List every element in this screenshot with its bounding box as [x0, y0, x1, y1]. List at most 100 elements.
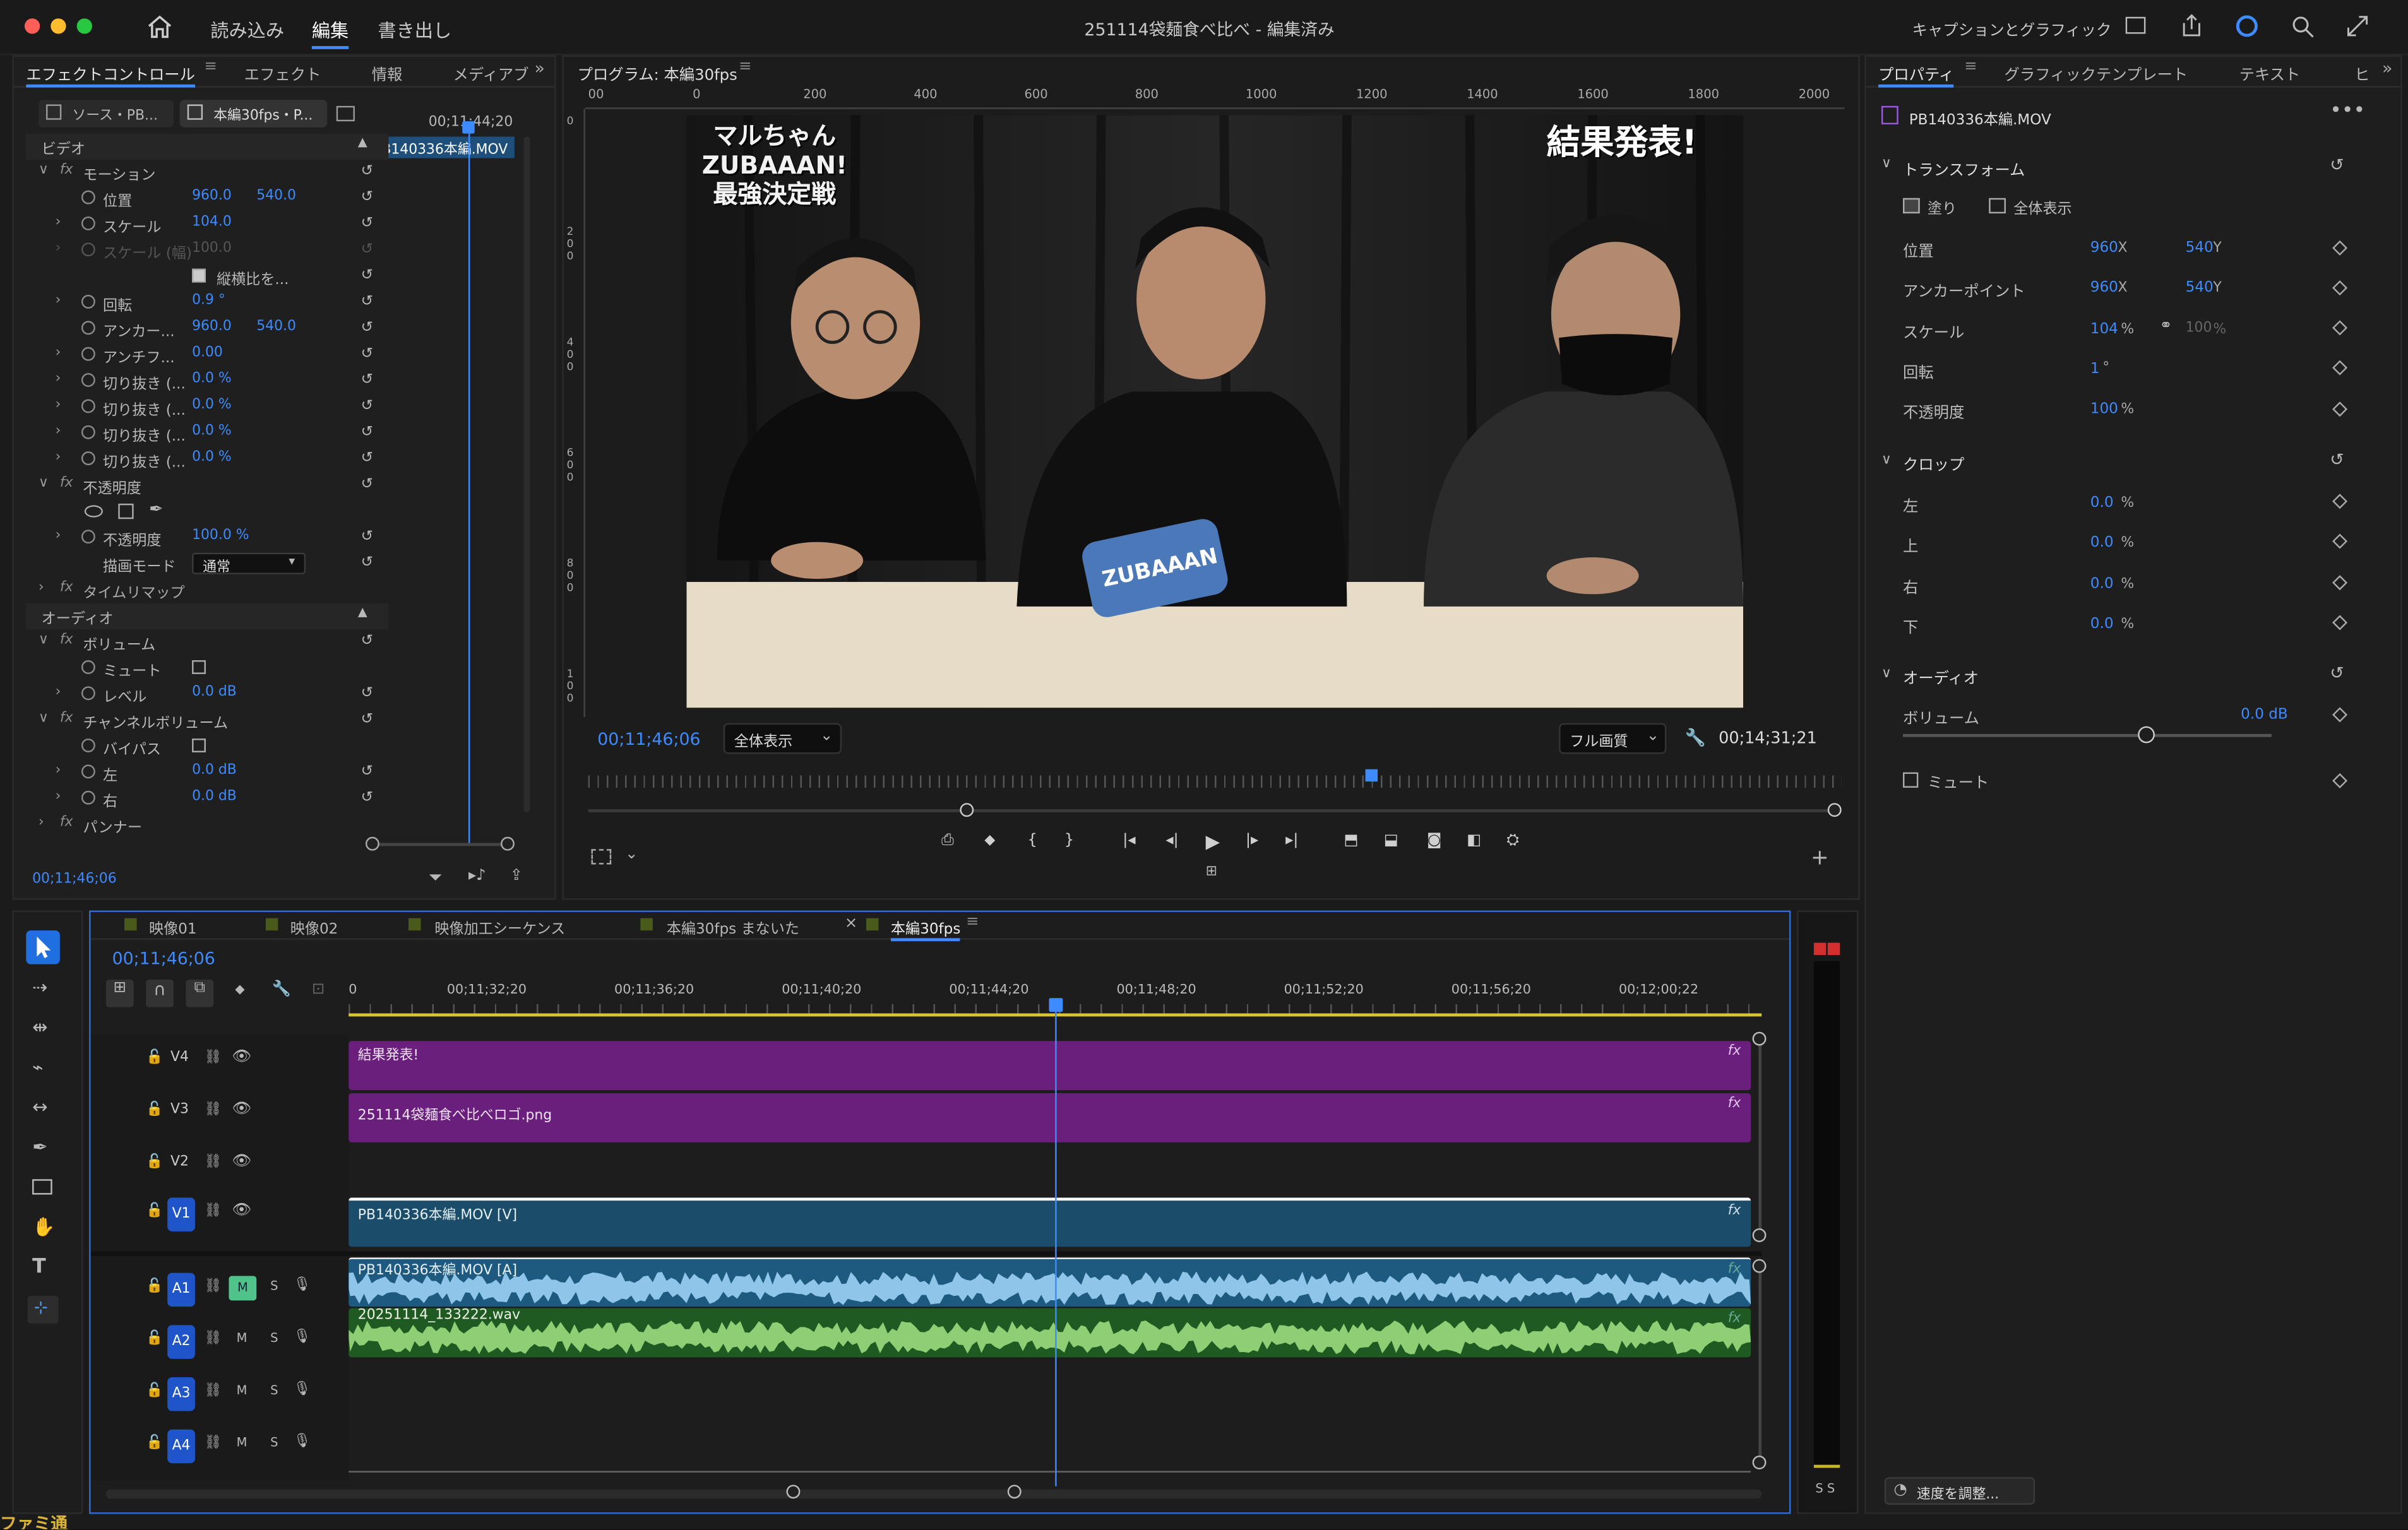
antiflicker-value[interactable]: 0.00: [192, 345, 223, 360]
panel-layout-icon[interactable]: [2125, 16, 2146, 34]
microphone-icon[interactable]: 🎙: [294, 1330, 311, 1345]
microphone-icon[interactable]: 🎙: [294, 1278, 311, 1293]
step-back-icon[interactable]: ◂|: [1165, 832, 1178, 849]
clip-v1-video[interactable]: PB140336本編.MOV [V] fx: [349, 1197, 1751, 1247]
solo-track-button[interactable]: S: [270, 1435, 278, 1449]
track-label-v1[interactable]: V1: [167, 1197, 195, 1231]
mute-track-button[interactable]: M: [229, 1276, 257, 1301]
rectangle-tool-icon[interactable]: [32, 1179, 52, 1195]
menu-edit[interactable]: 編集: [311, 17, 349, 49]
toggle-timeline-icon[interactable]: [336, 105, 355, 122]
keyframe-opacity-icon[interactable]: [2332, 401, 2348, 417]
fill-frame-icon[interactable]: [1902, 198, 1920, 214]
scale-row[interactable]: › スケール 104.0 ↺: [26, 212, 388, 238]
channel-volume-row[interactable]: ∨ fx チャンネルボリューム ↺: [26, 708, 388, 733]
tab-effect-controls[interactable]: エフェクトコントロール: [26, 61, 195, 88]
mini-timeline-clip[interactable]: PB140336本編.MOV: [368, 136, 515, 158]
keyframe-position-icon[interactable]: [2332, 240, 2348, 256]
channel-right-value[interactable]: 0.0 dB: [192, 789, 237, 804]
lift-icon[interactable]: ⬒: [1344, 832, 1359, 849]
sync-lock-icon[interactable]: ⛓: [205, 1384, 222, 1399]
opacity-row[interactable]: › 不透明度 100.0 % ↺: [26, 525, 388, 551]
anchor-y-field[interactable]: 540: [2186, 280, 2214, 297]
timeline-horizontal-scrollbar[interactable]: [105, 1489, 1762, 1499]
position-row[interactable]: 位置 960.0 540.0 ↺: [26, 186, 388, 211]
wrench-icon[interactable]: 🔧: [1685, 728, 1706, 748]
keyframe-anchor-icon[interactable]: [2332, 280, 2348, 296]
zoom-select[interactable]: 全体表示 ⌄: [723, 723, 842, 754]
clip-v4-title[interactable]: 結果発表! fx: [349, 1041, 1751, 1091]
video-track-scrollbar[interactable]: [1758, 1035, 1762, 1231]
solo-track-button[interactable]: S: [270, 1331, 278, 1345]
keyframe-crop-bottom-icon[interactable]: [2332, 615, 2348, 631]
timeline-playhead-handle[interactable]: [1049, 998, 1063, 1012]
clip-a1-audio[interactable]: PB140336本編.MOV [A] fx: [349, 1257, 1751, 1307]
play-icon[interactable]: ▶: [1206, 831, 1220, 852]
proxy-toggle-icon[interactable]: ⛭: [1506, 832, 1518, 849]
mini-timeline-scrollbar[interactable]: [523, 136, 530, 812]
h-scroll-handle-right[interactable]: [1007, 1485, 1022, 1499]
razor-tool-icon[interactable]: ⌁: [32, 1057, 44, 1078]
tab-more[interactable]: ヒ: [2354, 61, 2369, 85]
pen-mask-icon[interactable]: ✒: [149, 499, 163, 519]
scroll-handle[interactable]: [1752, 1031, 1767, 1046]
effect-controls-timecode[interactable]: 00;11;46;06: [32, 872, 117, 887]
channel-left-value[interactable]: 0.0 dB: [192, 763, 237, 778]
tab-sequence-active[interactable]: 本編30fps: [890, 916, 961, 942]
fit-frame-icon[interactable]: [1989, 198, 2006, 214]
eye-icon[interactable]: 👁: [232, 1202, 251, 1219]
slip-tool-icon[interactable]: ↔: [32, 1096, 47, 1118]
position-x-field[interactable]: 960: [2090, 239, 2118, 256]
rotation-row[interactable]: › 回転 0.9 ° ↺: [26, 290, 388, 316]
reset-transform-icon[interactable]: ↺: [2330, 155, 2344, 175]
lock-track-icon[interactable]: 🔓: [146, 1435, 163, 1450]
tab-sequence-4[interactable]: 本編30fps まないた: [667, 916, 799, 939]
crop-left-field[interactable]: 0.0: [2090, 494, 2114, 511]
more-tabs-icon[interactable]: »: [2382, 58, 2392, 78]
rectangle-mask-icon[interactable]: [118, 503, 134, 519]
sync-lock-icon[interactable]: ⛓: [205, 1050, 222, 1065]
scroll-handle[interactable]: [1752, 1456, 1767, 1469]
keyframe-crop-top-icon[interactable]: [2332, 533, 2348, 549]
volume-slider[interactable]: [1902, 733, 2272, 737]
volume-field[interactable]: 0.0 dB: [2241, 706, 2288, 723]
tab-graphic-templates[interactable]: グラフィックテンプレート: [2005, 61, 2188, 85]
keyframe-mute-icon[interactable]: [2332, 773, 2348, 789]
step-forward-icon[interactable]: |▸: [1246, 832, 1258, 849]
quality-select[interactable]: フル画質 ⌄: [1559, 723, 1667, 754]
video-section-header[interactable]: ビデオ ▲: [26, 133, 389, 160]
program-menu-icon[interactable]: ≡: [739, 58, 751, 75]
lock-track-icon[interactable]: 🔓: [146, 1103, 163, 1118]
sync-lock-icon[interactable]: ⛓: [205, 1435, 222, 1450]
export-frame-icon[interactable]: ⇪: [510, 867, 523, 884]
opacity-field[interactable]: 100: [2090, 401, 2118, 418]
more-tabs-icon[interactable]: »: [535, 58, 545, 78]
fullscreen-icon[interactable]: [2347, 15, 2368, 37]
home-icon[interactable]: [148, 15, 172, 39]
mini-playhead[interactable]: [468, 124, 470, 846]
h-scroll-handle-left[interactable]: [786, 1485, 801, 1499]
keyframe-crop-left-icon[interactable]: [2332, 494, 2348, 509]
bypass-row[interactable]: バイパス: [26, 734, 388, 760]
go-to-out-icon[interactable]: ▸|: [1285, 832, 1298, 849]
channel-right-row[interactable]: › 右 0.0 dB ↺: [26, 786, 388, 812]
timeline-timecode[interactable]: 00;11;46;06: [112, 949, 215, 969]
crop-bottom-row[interactable]: › 切り抜き (... 0.0 % ↺: [26, 447, 388, 473]
eye-icon[interactable]: 👁: [232, 1048, 251, 1065]
anchor-x-value[interactable]: 960.0: [192, 319, 232, 335]
mute-checkbox[interactable]: [1902, 772, 1919, 788]
track-label-a3[interactable]: A3: [167, 1377, 195, 1411]
tab-properties[interactable]: プロパティ: [1878, 61, 1955, 88]
clip-a2-audio[interactable]: 20251114_133222.wav fx: [349, 1308, 1751, 1358]
eye-icon[interactable]: 👁: [232, 1101, 251, 1118]
tab-info[interactable]: 情報: [372, 61, 403, 85]
reset-crop-icon[interactable]: ↺: [2330, 450, 2344, 470]
tab-media-browser[interactable]: メディアブ: [453, 61, 529, 85]
audio-section[interactable]: オーディオ: [1903, 665, 1979, 688]
program-playhead[interactable]: [1365, 769, 1378, 782]
chevron-down-icon[interactable]: ∨: [1881, 453, 1892, 468]
opacity-effect-row[interactable]: ∨ fx 不透明度 ↺: [26, 473, 388, 499]
fill-frame-label[interactable]: 塗り: [1928, 196, 1957, 218]
meter-solo-labels[interactable]: S S: [1815, 1481, 1835, 1495]
track-label-a4[interactable]: A4: [167, 1429, 195, 1464]
